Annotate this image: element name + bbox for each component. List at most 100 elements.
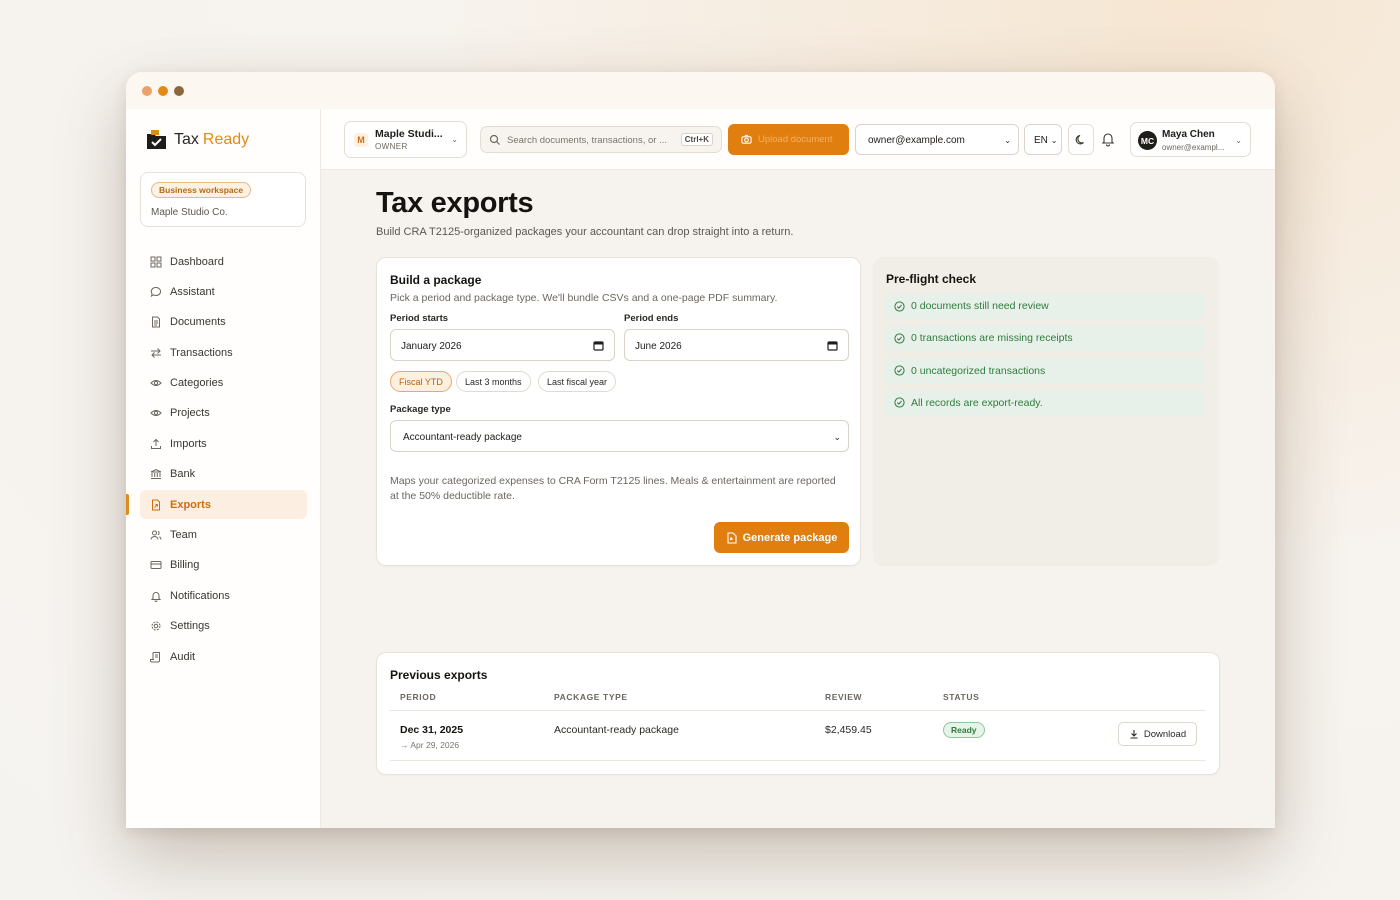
sidebar-item-categories[interactable]: Categories [140, 369, 307, 398]
sidebar-item-audit[interactable]: Audit [140, 642, 307, 671]
topbar: M Maple Studi... OWNER ⌄ Search document… [321, 109, 1275, 170]
sidebar-item-label: Assistant [170, 285, 215, 298]
sidebar-item-label: Settings [170, 620, 210, 633]
theme-toggle-button[interactable] [1068, 124, 1094, 155]
chip-last-3-months[interactable]: Last 3 months [456, 371, 531, 392]
build-package-card: Build a package Pick a period and packag… [376, 257, 861, 566]
moon-icon [1075, 134, 1084, 144]
window-close-dot[interactable] [142, 85, 152, 96]
upload-document-label: Upload document [758, 134, 833, 145]
preflight-item-label: 0 transactions are missing receipts [911, 332, 1073, 345]
sidebar-item-label: Team [170, 529, 197, 542]
sidebar-item-billing[interactable]: Billing [140, 551, 307, 580]
row-period-sub: → Apr 29, 2026 [400, 740, 460, 750]
window-titlebar [126, 72, 1275, 109]
page-subtitle: Build CRA T2125-organized packages your … [376, 226, 794, 238]
chevron-down-icon: ⌄ [1050, 136, 1058, 145]
sidebar-item-label: Transactions [170, 346, 233, 359]
notifications-button[interactable] [1100, 131, 1116, 147]
search-placeholder: Search documents, transactions, or ... [507, 135, 667, 146]
column-header-status: STATUS [943, 692, 980, 702]
sidebar-item-dashboard[interactable]: Dashboard [140, 247, 307, 276]
download-icon [1130, 730, 1138, 739]
preflight-item-label: 0 uncategorized transactions [911, 364, 1046, 377]
upload-document-button[interactable]: Upload document [728, 124, 849, 155]
preflight-title: Pre-flight check [886, 272, 977, 286]
calendar-icon [593, 341, 604, 351]
check-circle-icon [894, 397, 905, 408]
org-role: OWNER [375, 142, 408, 151]
generate-package-button[interactable]: Generate package [714, 522, 849, 553]
workspace-badge: Business workspace [151, 182, 252, 198]
sidebar-item-label: Projects [170, 407, 210, 420]
search-input[interactable]: Search documents, transactions, or ... C… [480, 126, 722, 153]
sidebar-item-imports[interactable]: Imports [140, 429, 307, 458]
sidebar-item-exports[interactable]: Exports [126, 490, 307, 520]
window-zoom-dot[interactable] [174, 85, 184, 96]
period-starts-label: Period starts [390, 313, 449, 324]
download-button[interactable]: Download [1118, 722, 1197, 746]
check-circle-icon [894, 333, 905, 344]
previous-exports-card: Previous exports PERIOD PACKAGE TYPE REV… [376, 652, 1220, 775]
camera-icon [741, 134, 752, 144]
table-divider [390, 760, 1206, 761]
sidebar-item-label: Dashboard [170, 255, 224, 268]
org-name: Maple Studi... [375, 128, 443, 140]
sidebar-item-label: Notifications [170, 589, 230, 602]
chevron-down-icon: ⌄ [1235, 136, 1242, 145]
check-circle-icon [894, 365, 905, 376]
period-ends-value: June 2026 [635, 341, 682, 352]
sidebar-item-assistant[interactable]: Assistant [140, 277, 307, 306]
page-title: Tax exports [376, 187, 534, 219]
brand-ready-text: Ready [202, 131, 250, 148]
brand-logo[interactable]: Tax Ready [144, 127, 249, 153]
period-starts-input[interactable]: January 2026 [390, 329, 615, 361]
user-menu[interactable]: MC Maya Chen owner@exampl... ⌄ [1130, 122, 1251, 157]
sidebar-item-label: Imports [170, 437, 207, 450]
account-email-select[interactable]: owner@example.com ⌄ [855, 124, 1019, 155]
sidebar-item-label: Documents [170, 316, 226, 329]
column-header-review: REVIEW [825, 692, 863, 702]
sidebar-item-projects[interactable]: Projects [140, 399, 307, 428]
build-subtitle: Pick a period and package type. We'll bu… [390, 292, 778, 304]
swap-arrows-icon [150, 347, 162, 359]
chip-fiscal-ytd[interactable]: Fiscal YTD [390, 371, 452, 392]
org-switcher[interactable]: M Maple Studi... OWNER ⌄ [344, 121, 467, 158]
sidebar-item-bank[interactable]: Bank [140, 460, 307, 489]
sidebar-item-team[interactable]: Team [140, 521, 307, 550]
sidebar-item-label: Bank [170, 468, 196, 481]
sidebar-item-documents[interactable]: Documents [140, 308, 307, 337]
grid-icon [150, 256, 162, 268]
sidebar-item-transactions[interactable]: Transactions [140, 338, 307, 367]
chip-last-fiscal-year[interactable]: Last fiscal year [538, 371, 617, 392]
file-export-icon [727, 531, 737, 544]
language-value: EN [1034, 135, 1048, 146]
workspace-card[interactable]: Business workspace Maple Studio Co. [140, 172, 306, 227]
status-badge: Ready [943, 722, 985, 738]
org-avatar: M [354, 133, 368, 147]
sidebar-item-settings[interactable]: Settings [140, 612, 307, 641]
package-type-select[interactable]: Accountant-ready package ⌄ [390, 420, 849, 452]
language-select[interactable]: EN ⌄ [1024, 124, 1062, 155]
sidebar-item-label: Categories [170, 377, 224, 390]
gear-icon [150, 620, 162, 632]
bell-icon [1101, 133, 1115, 147]
sidebar-item-notifications[interactable]: Notifications [140, 581, 307, 610]
package-type-label: Package type [390, 404, 451, 415]
download-label: Download [1143, 728, 1187, 740]
chevron-down-icon: ⌄ [451, 135, 458, 144]
app-window: Tax Ready Business workspace Maple Studi… [126, 72, 1275, 828]
previous-exports-title: Previous exports [390, 668, 488, 682]
eye-icon [150, 407, 162, 419]
file-export-icon [150, 499, 162, 511]
chevron-down-icon: ⌄ [1004, 136, 1011, 145]
main-content: Tax exports Build CRA T2125-organized pa… [321, 170, 1275, 828]
preflight-item: All records are export-ready. [884, 389, 1205, 416]
row-package-type: Accountant-ready package [554, 724, 679, 736]
workspace-name: Maple Studio Co. [151, 207, 228, 218]
search-icon [489, 134, 500, 145]
users-icon [150, 529, 162, 541]
period-ends-input[interactable]: June 2026 [624, 329, 849, 361]
window-minimize-dot[interactable] [158, 85, 168, 96]
column-header-package-type: PACKAGE TYPE [554, 692, 628, 702]
